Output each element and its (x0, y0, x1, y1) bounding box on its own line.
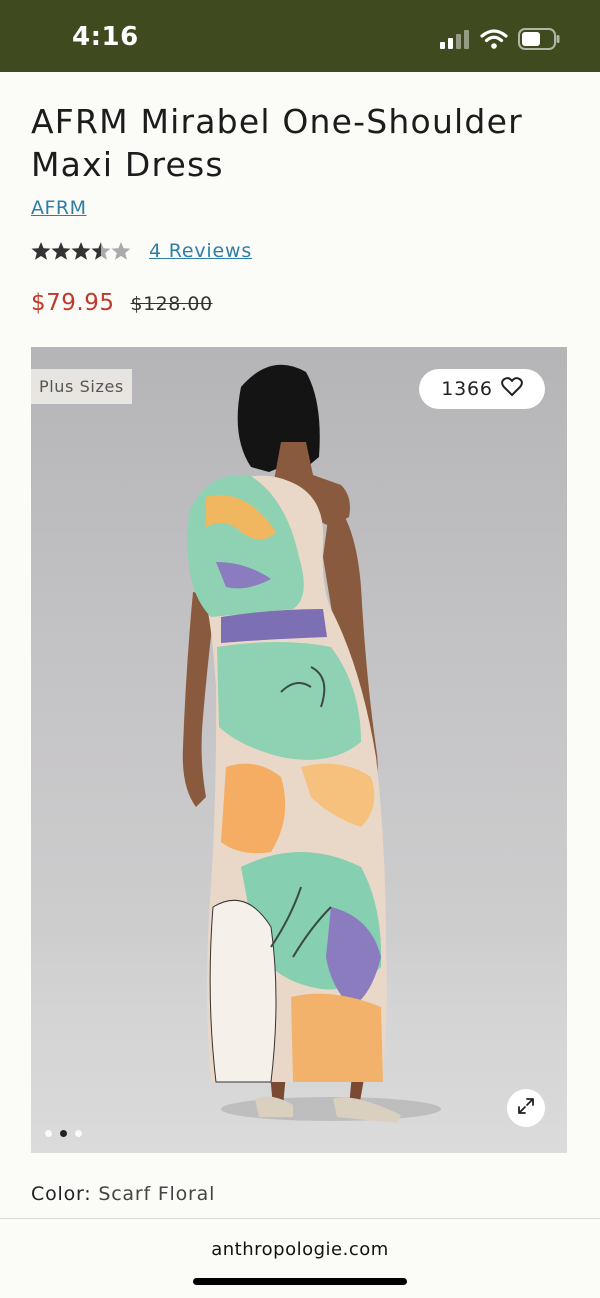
battery-icon (518, 28, 560, 54)
color-label: Color: (31, 1183, 92, 1205)
status-icons (440, 28, 560, 54)
rating-row: 4 Reviews (31, 240, 252, 262)
star-rating-icon (31, 242, 131, 260)
color-value: Scarf Floral (98, 1183, 216, 1205)
wifi-icon (480, 28, 508, 54)
original-price: $128.00 (130, 293, 213, 315)
carousel-dot[interactable] (45, 1130, 52, 1137)
carousel-dot[interactable] (75, 1130, 82, 1137)
brand-link[interactable]: AFRM (31, 197, 87, 219)
sale-price: $79.95 (31, 290, 115, 316)
carousel-dot-active[interactable] (60, 1130, 67, 1137)
carousel-dots (45, 1130, 82, 1137)
status-bar: 4:16 (0, 0, 600, 72)
product-title: AFRM Mirabel One-Shoulder Maxi Dress (31, 102, 523, 184)
reviews-link[interactable]: 4 Reviews (149, 240, 252, 262)
heart-icon (500, 376, 523, 402)
home-indicator[interactable] (193, 1278, 407, 1285)
star-rating (31, 241, 131, 261)
favorites-count: 1366 (441, 378, 493, 400)
product-photo (182, 364, 441, 1123)
status-time: 4:16 (72, 22, 139, 52)
signal-icon (440, 29, 470, 53)
price-row: $79.95 $128.00 (31, 290, 213, 316)
color-selector: Color: Scarf Floral (31, 1183, 215, 1205)
expand-icon (516, 1096, 536, 1120)
plus-sizes-badge: Plus Sizes (31, 369, 132, 404)
favorite-button[interactable]: 1366 (419, 369, 545, 409)
url-text[interactable]: anthropologie.com (0, 1239, 600, 1260)
product-image-gallery[interactable]: Plus Sizes 1366 (31, 347, 567, 1153)
expand-image-button[interactable] (507, 1089, 545, 1127)
browser-address-bar[interactable]: anthropologie.com (0, 1218, 600, 1298)
